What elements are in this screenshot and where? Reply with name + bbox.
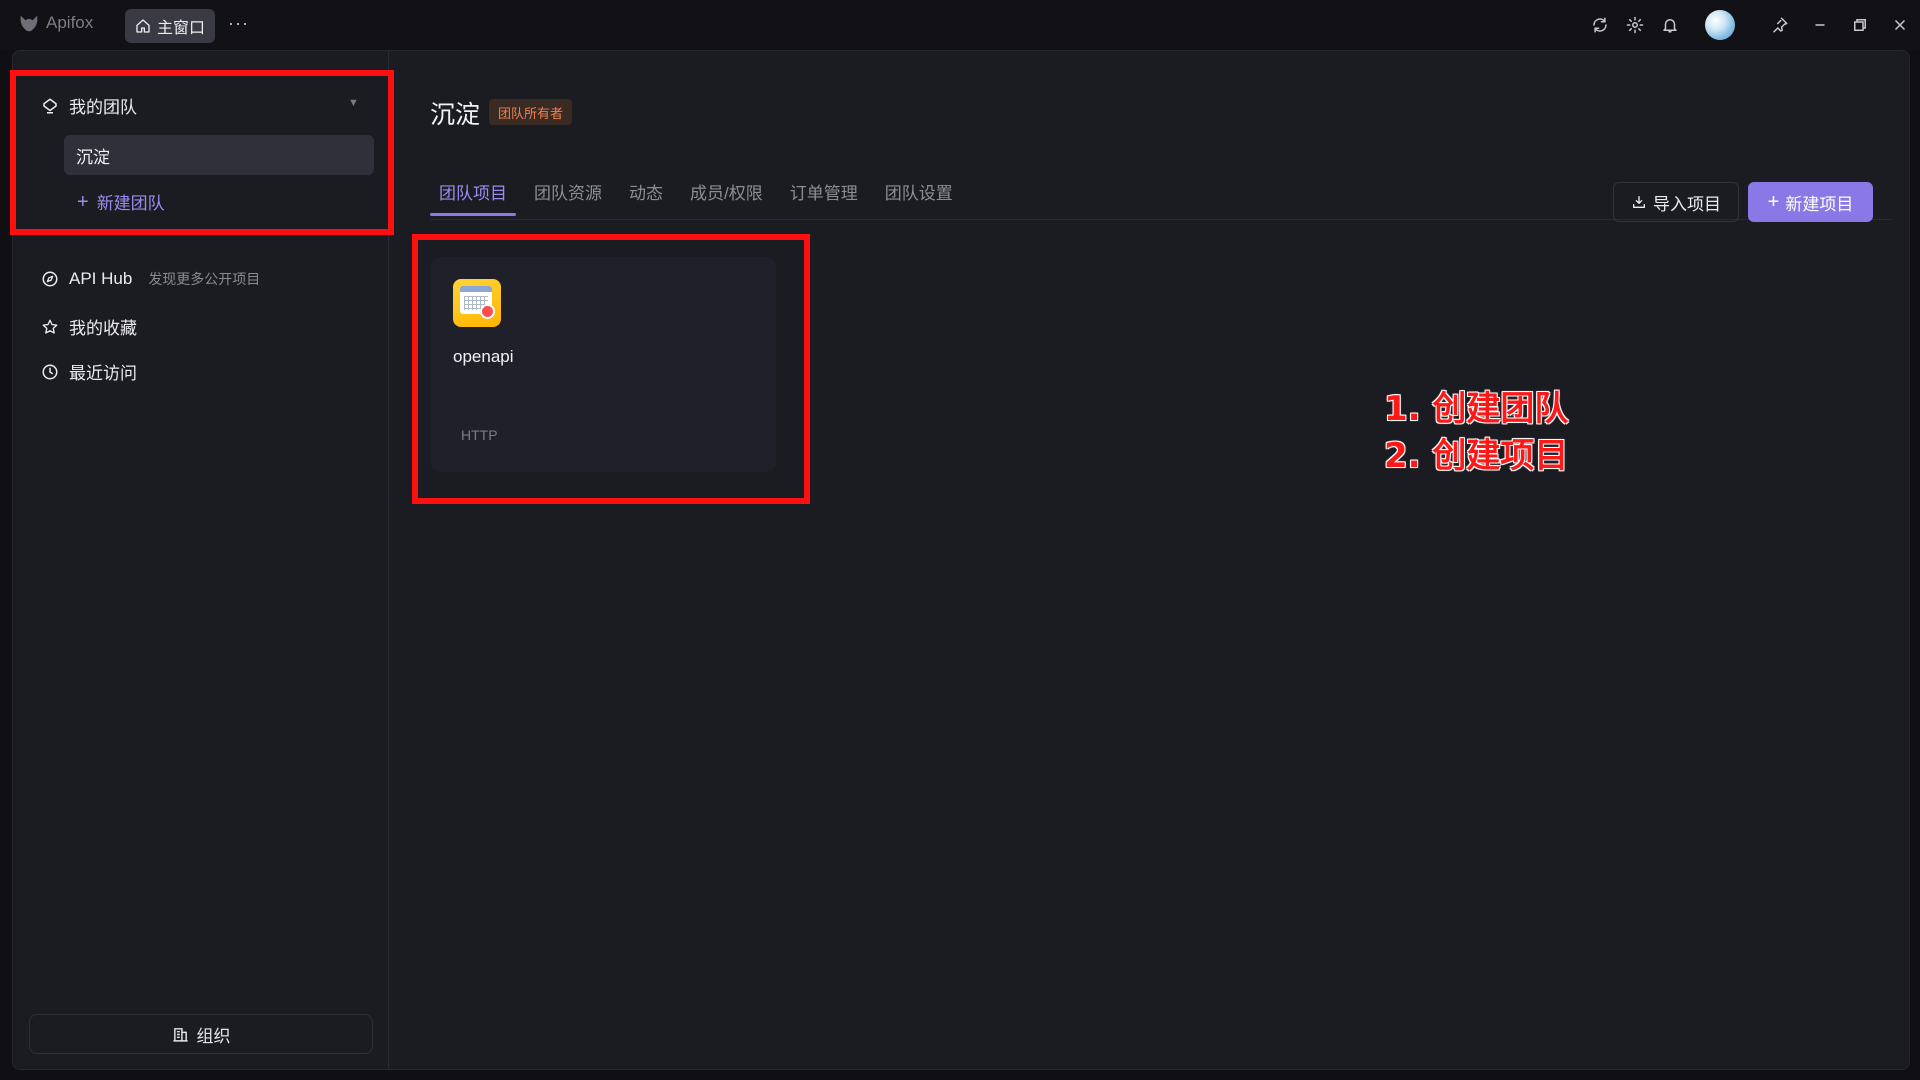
tab-order-management[interactable]: 订单管理 [781,169,867,213]
pin-icon[interactable] [1769,14,1791,36]
tab-team-resources[interactable]: 团队资源 [525,169,611,213]
more-button[interactable]: ··· [228,13,249,34]
recent-label: 最近访问 [69,364,137,383]
highlight-box-team [10,70,394,235]
organization-label: 组织 [196,1026,231,1046]
tab-team-projects[interactable]: 团队项目 [430,169,516,216]
title-bar: Apifox 主窗口 ··· [0,0,1920,50]
building-icon [172,1027,188,1042]
tab-members-permissions[interactable]: 成员/权限 [681,169,772,213]
user-avatar[interactable] [1705,10,1735,40]
team-tabs: 团队项目 团队资源 动态 成员/权限 订单管理 团队设置 [430,169,971,216]
notification-bell-icon[interactable] [1659,14,1681,36]
favorites-label: 我的收藏 [69,319,137,338]
main-content: 沉淀 团队所有者 团队项目 团队资源 动态 成员/权限 订单管理 团队设置 导入… [389,51,1909,1069]
plus-icon: + [1767,191,1780,213]
team-title: 沉淀 [430,101,481,129]
home-window-tab[interactable]: 主窗口 [125,9,216,43]
organization-button[interactable]: 组织 [29,1014,373,1054]
restore-window-icon[interactable] [1849,14,1871,36]
home-icon [136,19,150,33]
tab-team-settings[interactable]: 团队设置 [876,169,962,213]
clock-icon [42,364,58,379]
role-badge: 团队所有者 [489,99,573,125]
home-tab-label: 主窗口 [157,20,206,37]
apifox-logo-icon [20,15,38,32]
sidebar-item-favorites[interactable]: 我的收藏 [41,314,137,339]
compass-icon [42,271,58,287]
annotation-step1: 1. 创建团队 [1384,389,1569,429]
refresh-icon[interactable] [1589,14,1611,36]
minimize-icon[interactable] [1809,14,1831,36]
app-name: Apifox [46,13,94,32]
settings-gear-icon[interactable] [1624,14,1646,36]
import-project-label: 导入项目 [1653,194,1721,214]
import-icon [1633,196,1645,208]
annotation-step2: 2. 创建项目 [1384,436,1569,476]
sidebar-item-recent[interactable]: 最近访问 [41,359,137,384]
star-icon [42,319,58,334]
sidebar-item-api-hub[interactable]: API Hub 发现更多公开项目 [41,269,260,289]
new-project-button[interactable]: + 新建项目 [1748,182,1873,222]
tab-activity[interactable]: 动态 [620,169,672,213]
highlight-box-project [412,234,810,504]
import-project-button[interactable]: 导入项目 [1613,182,1739,222]
api-hub-label: API Hub [69,269,133,288]
app-logo: Apifox [18,12,93,34]
close-window-icon[interactable] [1889,14,1911,36]
new-project-label: 新建项目 [1785,194,1854,214]
api-hub-hint: 发现更多公开项目 [148,271,261,287]
